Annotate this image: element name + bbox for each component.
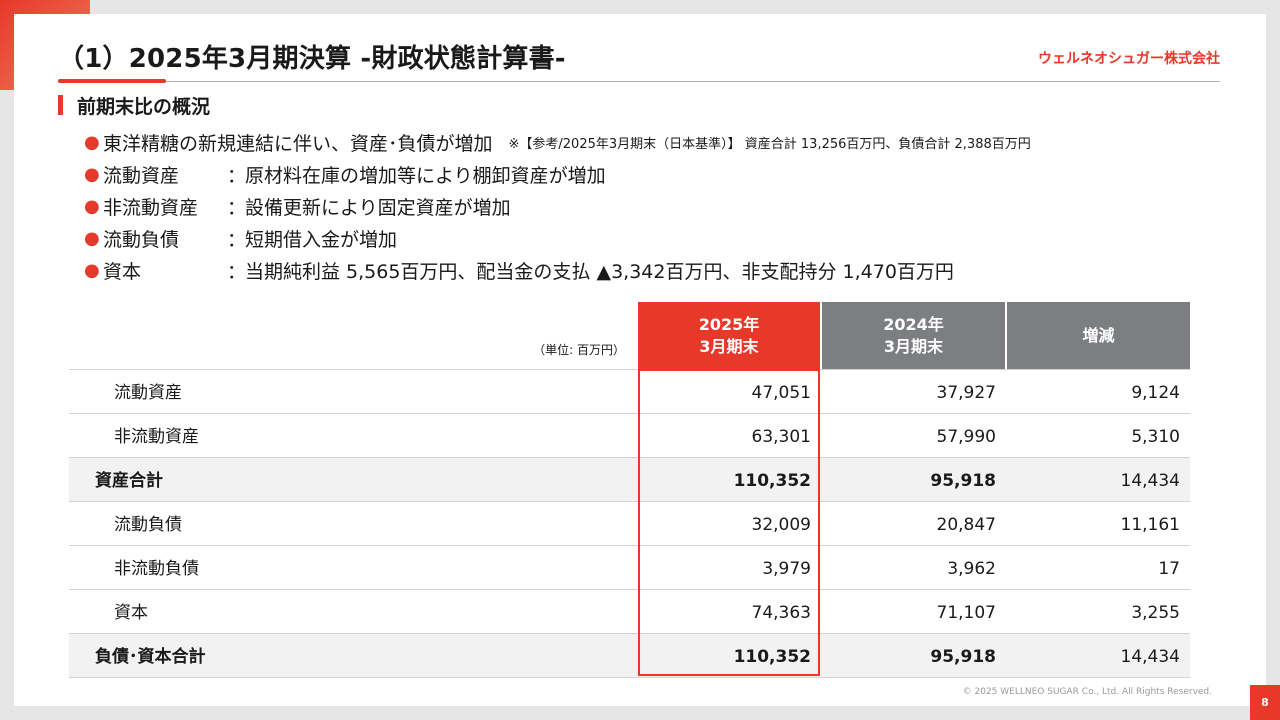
bullet-dot-icon: ● <box>84 259 100 281</box>
cell-previous: 71,107 <box>936 603 996 623</box>
bullet-dot-icon: ● <box>84 163 100 185</box>
bullet-label: 非流動資産 <box>103 196 199 219</box>
bullet-item: ● 資本 ： 当期純利益 5,565百万円、配当金の支払 ▲3,342百万円、非… <box>84 254 1031 286</box>
table-row-total: 負債･資本合計 110,352 95,918 14,434 <box>69 634 1190 678</box>
cell-previous: 3,962 <box>947 559 996 579</box>
bullet-text: 設備更新により固定資産が増加 <box>245 196 511 219</box>
cell-change: 9,124 <box>1131 383 1180 403</box>
row-label: 非流動負債 <box>114 559 199 579</box>
cell-current: 63,301 <box>751 427 811 447</box>
bullet-colon: ： <box>227 164 247 187</box>
row-label: 流動資産 <box>114 383 182 403</box>
column-header-line: 増減 <box>1082 325 1115 345</box>
table-row-total: 資産合計 110,352 95,918 14,434 <box>69 458 1190 502</box>
bullet-item: ● 流動負債 ： 短期借入金が増加 <box>84 222 1031 254</box>
row-label: 流動負債 <box>114 515 182 535</box>
column-header-line: 2024年 <box>883 314 944 334</box>
bullet-dot-icon: ● <box>84 227 100 249</box>
cell-previous: 57,990 <box>936 427 996 447</box>
bullet-item: ● 東洋精糖の新規連結に伴い、資産･負債が増加 ※【参考/2025年3月期末（日… <box>84 126 1031 158</box>
bullet-label: 資本 <box>103 260 142 283</box>
section-title: 前期末比の概況 <box>77 95 211 118</box>
cell-previous: 95,918 <box>930 647 996 667</box>
column-header-change: 増減 <box>1007 302 1190 369</box>
page-title: （1）2025年3月期決算 -財政状態計算書- <box>58 44 566 74</box>
cell-current: 47,051 <box>751 383 811 403</box>
table-row: 流動資産 47,051 37,927 9,124 <box>69 369 1190 414</box>
title-divider-accent <box>58 79 166 83</box>
cell-change: 11,161 <box>1120 515 1180 535</box>
row-label: 資産合計 <box>95 471 163 491</box>
cell-current: 3,979 <box>762 559 811 579</box>
cell-change: 17 <box>1158 559 1180 579</box>
bullet-text: 短期借入金が増加 <box>245 228 398 251</box>
section-heading: 前期末比の概況 <box>58 94 211 118</box>
slide: （1）2025年3月期決算 -財政状態計算書- ウェルネオシュガー株式会社 前期… <box>14 14 1266 706</box>
cell-current: 74,363 <box>751 603 811 623</box>
bullet-item: ● 流動資産 ： 原材料在庫の増加等により棚卸資産が増加 <box>84 158 1031 190</box>
copyright: © 2025 WELLNEO SUGAR Co., Ltd. All Right… <box>962 687 1212 697</box>
cell-change: 14,434 <box>1120 647 1180 667</box>
unit-label: （単位: 百万円） <box>533 343 625 357</box>
bullet-label: 東洋精糖の新規連結に伴い、資産･負債が増加 <box>103 132 493 155</box>
bullet-label: 流動資産 <box>103 164 180 187</box>
row-label: 資本 <box>114 603 148 623</box>
balance-sheet-table: 流動資産 47,051 37,927 9,124 非流動資産 63,301 57… <box>69 369 1190 678</box>
cell-previous: 95,918 <box>930 471 996 491</box>
row-label: 負債･資本合計 <box>95 647 206 667</box>
row-label: 非流動資産 <box>114 427 199 447</box>
bullet-dot-icon: ● <box>84 195 100 217</box>
bullet-colon: ： <box>227 260 247 283</box>
section-marker <box>58 95 63 115</box>
page-number: 8 <box>1250 685 1280 720</box>
cell-previous: 20,847 <box>936 515 996 535</box>
company-logo: ウェルネオシュガー株式会社 <box>1038 51 1220 67</box>
title-divider <box>58 81 1220 82</box>
cell-previous: 37,927 <box>936 383 996 403</box>
cell-change: 14,434 <box>1120 471 1180 491</box>
column-header-line: 3月期末 <box>699 336 759 356</box>
bullet-note: ※【参考/2025年3月期末（日本基準）】 資産合計 13,256百万円、負債合… <box>508 136 1031 152</box>
cell-change: 5,310 <box>1131 427 1180 447</box>
column-header-line: 2025年 <box>698 314 760 334</box>
column-header-line: 3月期末 <box>883 336 944 356</box>
bullet-label: 流動負債 <box>103 228 180 251</box>
cell-current: 110,352 <box>733 471 811 491</box>
bullet-text: 原材料在庫の増加等により棚卸資産が増加 <box>245 164 606 187</box>
bullet-colon: ： <box>227 196 247 219</box>
summary-bullets: ● 東洋精糖の新規連結に伴い、資産･負債が増加 ※【参考/2025年3月期末（日… <box>84 126 1031 286</box>
table-row: 資本 74,363 71,107 3,255 <box>69 590 1190 634</box>
column-header-current: 2025年 3月期末 <box>638 302 820 369</box>
bullet-colon: ： <box>227 228 247 251</box>
cell-change: 3,255 <box>1131 603 1180 623</box>
bullet-dot-icon: ● <box>84 131 100 153</box>
cell-current: 110,352 <box>733 647 811 667</box>
column-header-previous: 2024年 3月期末 <box>822 302 1005 369</box>
table-row: 非流動資産 63,301 57,990 5,310 <box>69 414 1190 458</box>
bullet-item: ● 非流動資産 ： 設備更新により固定資産が増加 <box>84 190 1031 222</box>
table-row: 流動負債 32,009 20,847 11,161 <box>69 502 1190 546</box>
bullet-text: 当期純利益 5,565百万円、配当金の支払 ▲3,342百万円、非支配持分 1,… <box>245 260 954 283</box>
table-row: 非流動負債 3,979 3,962 17 <box>69 546 1190 590</box>
cell-current: 32,009 <box>751 515 811 535</box>
